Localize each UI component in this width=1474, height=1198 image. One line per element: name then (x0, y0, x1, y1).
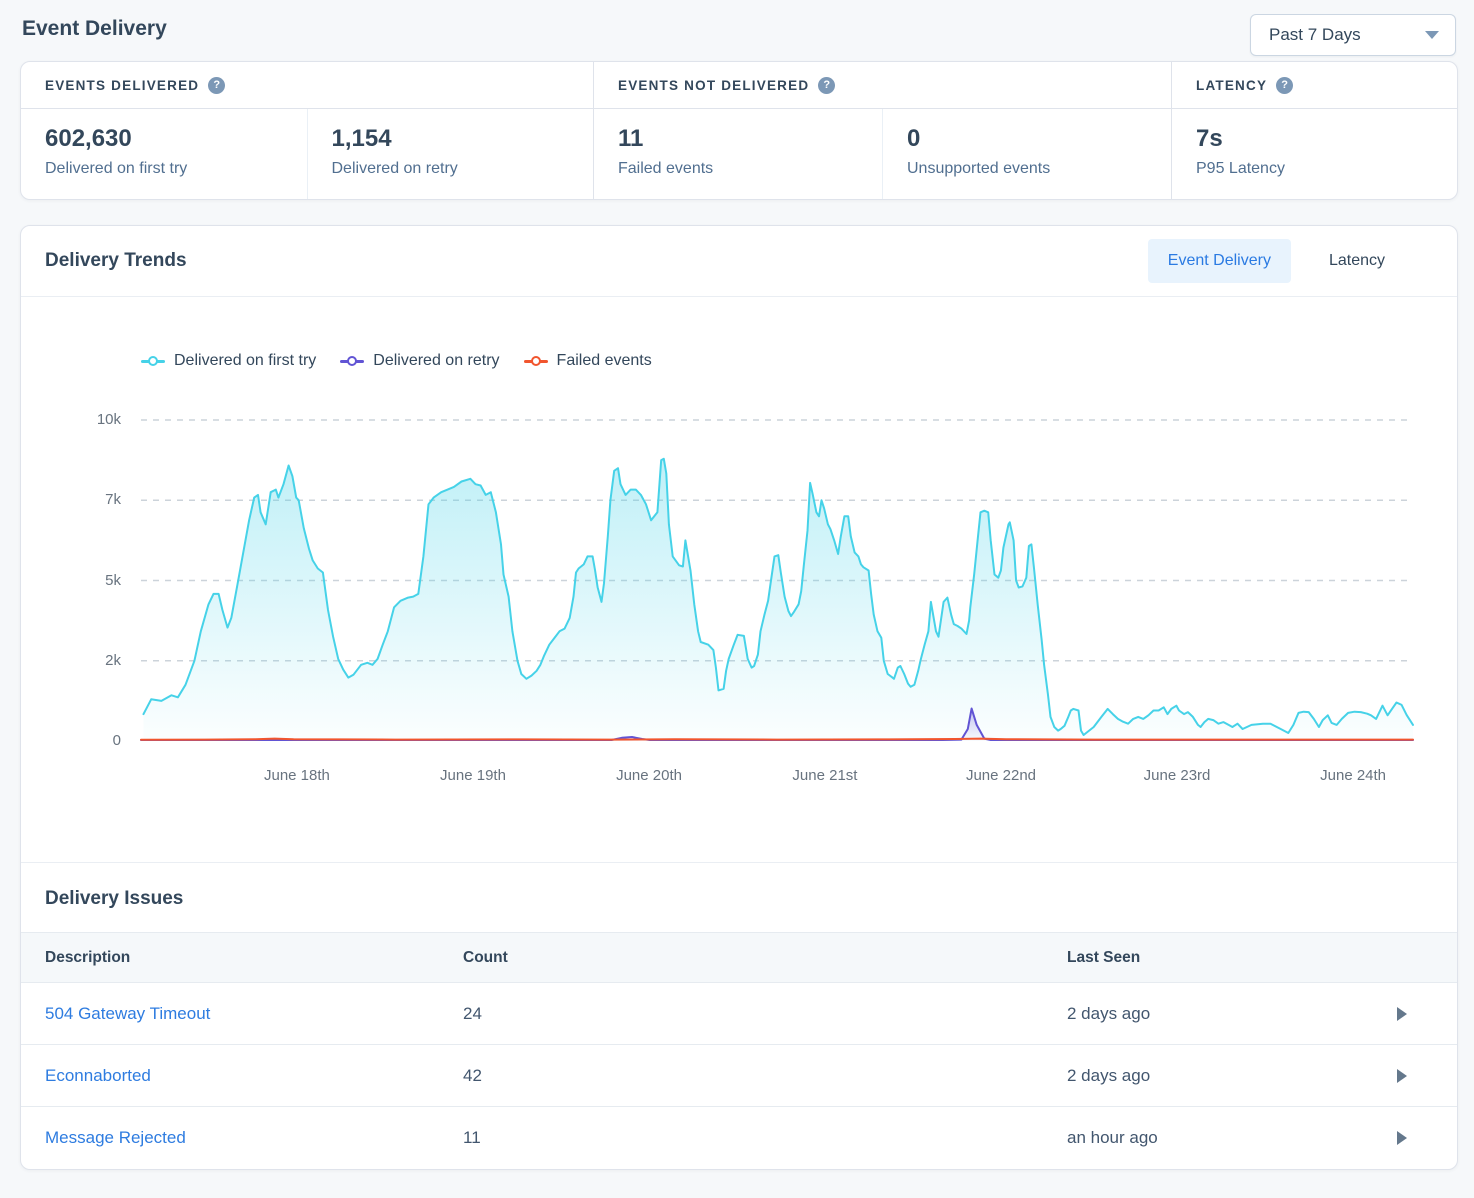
chevron-right-icon[interactable] (1397, 1131, 1407, 1145)
y-axis-tick: 0 (69, 732, 121, 749)
y-axis-tick: 10k (69, 411, 121, 428)
tab-latency[interactable]: Latency (1309, 239, 1405, 283)
time-range-select[interactable]: Past 7 Days (1250, 14, 1456, 56)
stat-group-label: EVENTS DELIVERED (45, 78, 199, 93)
stat-value: 0 (907, 125, 1171, 153)
stat-failed-events: 11 Failed events (594, 109, 882, 199)
stat-label: Failed events (618, 160, 882, 178)
stat-group-header: EVENTS DELIVERED ? (21, 62, 593, 109)
table-row: Econnaborted 42 2 days ago (21, 1045, 1457, 1107)
issue-link[interactable]: Message Rejected (45, 1128, 463, 1148)
y-axis-tick: 5k (69, 572, 121, 589)
stat-group-events-not-delivered: EVENTS NOT DELIVERED ? 11 Failed events … (594, 62, 1172, 199)
trend-plot (21, 297, 1458, 862)
issues-table-header: Description Count Last Seen (21, 932, 1457, 983)
help-icon[interactable]: ? (818, 77, 835, 94)
chevron-right-icon[interactable] (1397, 1007, 1407, 1021)
stat-group-label: EVENTS NOT DELIVERED (618, 78, 809, 93)
stat-label: P95 Latency (1196, 160, 1457, 178)
stat-unsupported-events: 0 Unsupported events (882, 109, 1171, 199)
x-axis-tick: June 19th (440, 767, 506, 784)
chevron-right-icon[interactable] (1397, 1069, 1407, 1083)
stat-group-label: LATENCY (1196, 78, 1267, 93)
table-row: Message Rejected 11 an hour ago (21, 1107, 1457, 1169)
x-axis-tick: June 24th (1320, 767, 1386, 784)
table-row: 504 Gateway Timeout 24 2 days ago (21, 983, 1457, 1045)
tab-event-delivery[interactable]: Event Delivery (1148, 239, 1291, 283)
trends-header: Delivery Trends Event Delivery Latency (21, 226, 1457, 297)
y-axis-tick: 2k (69, 652, 121, 669)
column-description: Description (45, 949, 463, 967)
stat-value: 11 (618, 125, 882, 153)
stat-value: 1,154 (332, 125, 594, 153)
trends-title: Delivery Trends (45, 250, 187, 272)
issue-last-seen: 2 days ago (1067, 1004, 1397, 1024)
issue-count: 11 (463, 1128, 1067, 1148)
column-count: Count (463, 949, 1067, 967)
top-bar: Event Delivery Past 7 Days (0, 0, 1474, 61)
stat-label: Unsupported events (907, 160, 1171, 178)
stat-group-header: LATENCY ? (1172, 62, 1457, 109)
page-title: Event Delivery (22, 14, 167, 41)
x-axis-tick: June 18th (264, 767, 330, 784)
chevron-down-icon (1425, 31, 1439, 39)
stat-group-events-delivered: EVENTS DELIVERED ? 602,630 Delivered on … (21, 62, 594, 199)
delivery-issues-section: Delivery Issues Description Count Last S… (21, 862, 1457, 1169)
stat-value: 602,630 (45, 125, 307, 153)
stat-p95-latency: 7s P95 Latency (1172, 109, 1457, 199)
stat-label: Delivered on first try (45, 160, 307, 178)
x-axis-tick: June 21st (792, 767, 857, 784)
issue-last-seen: an hour ago (1067, 1128, 1397, 1148)
delivery-trends-card: Delivery Trends Event Delivery Latency D… (20, 225, 1458, 1170)
help-icon[interactable]: ? (208, 77, 225, 94)
time-range-value: Past 7 Days (1269, 25, 1361, 45)
column-last-seen: Last Seen (1067, 949, 1397, 967)
stats-summary-card: EVENTS DELIVERED ? 602,630 Delivered on … (20, 61, 1458, 200)
y-axis-tick: 7k (69, 491, 121, 508)
issue-count: 42 (463, 1066, 1067, 1086)
x-axis-tick: June 20th (616, 767, 682, 784)
stat-group-header: EVENTS NOT DELIVERED ? (594, 62, 1171, 109)
x-axis-tick: June 22nd (966, 767, 1036, 784)
stat-value: 7s (1196, 125, 1457, 153)
issue-link[interactable]: 504 Gateway Timeout (45, 1004, 463, 1024)
issues-title: Delivery Issues (21, 863, 1457, 932)
x-axis-tick: June 23rd (1144, 767, 1211, 784)
delivery-trends-chart: Delivered on first try Delivered on retr… (21, 297, 1457, 862)
stat-label: Delivered on retry (332, 160, 594, 178)
issue-count: 24 (463, 1004, 1067, 1024)
help-icon[interactable]: ? (1276, 77, 1293, 94)
issue-link[interactable]: Econnaborted (45, 1066, 463, 1086)
stat-group-latency: LATENCY ? 7s P95 Latency (1172, 62, 1457, 199)
stat-delivered-first-try: 602,630 Delivered on first try (21, 109, 307, 199)
issue-last-seen: 2 days ago (1067, 1066, 1397, 1086)
trends-tabs: Event Delivery Latency (1148, 239, 1405, 283)
stat-delivered-retry: 1,154 Delivered on retry (307, 109, 594, 199)
